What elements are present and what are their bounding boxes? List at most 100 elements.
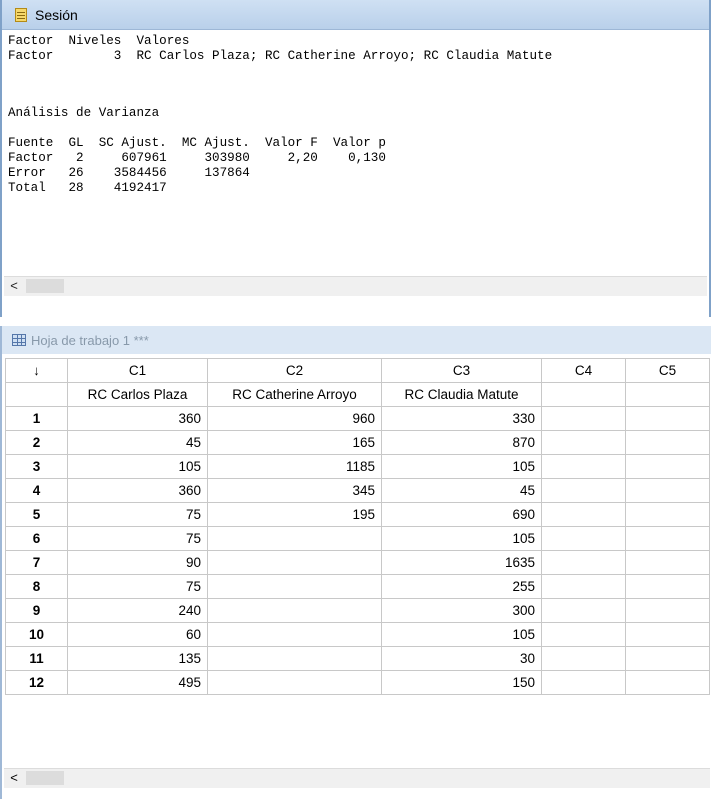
cell-c2[interactable]: 345 bbox=[207, 478, 382, 503]
cell-c3[interactable]: 690 bbox=[381, 502, 542, 527]
cell-c1[interactable]: 495 bbox=[67, 670, 208, 695]
cell-c4[interactable] bbox=[541, 598, 626, 623]
cell-c3[interactable]: 105 bbox=[381, 622, 542, 647]
session-horizontal-scrollbar[interactable]: < bbox=[4, 276, 707, 296]
scroll-thumb[interactable] bbox=[26, 771, 64, 785]
cell-c3[interactable]: 150 bbox=[381, 670, 542, 695]
scroll-thumb[interactable] bbox=[26, 279, 64, 293]
cell-c3[interactable]: 300 bbox=[381, 598, 542, 623]
session-output[interactable]: Factor Niveles Valores Factor 3 RC Carlo… bbox=[8, 34, 698, 272]
cell-c5[interactable] bbox=[625, 406, 710, 431]
cell-c3[interactable]: 105 bbox=[381, 526, 542, 551]
worksheet-horizontal-scrollbar[interactable]: < bbox=[4, 768, 710, 788]
cell-c5[interactable] bbox=[625, 526, 710, 551]
cell-c5[interactable] bbox=[625, 502, 710, 527]
cell-c3[interactable]: 1635 bbox=[381, 550, 542, 575]
cell-c4[interactable] bbox=[541, 622, 626, 647]
column-header-c4[interactable]: C4 bbox=[541, 358, 626, 383]
cell-c2[interactable]: 960 bbox=[207, 406, 382, 431]
cell-c1[interactable]: 45 bbox=[67, 430, 208, 455]
data-entry-direction-arrow[interactable]: ↓ bbox=[5, 358, 68, 383]
scroll-left-icon[interactable]: < bbox=[7, 770, 21, 786]
cell-c4[interactable] bbox=[541, 574, 626, 599]
cell-c1[interactable]: 75 bbox=[67, 526, 208, 551]
row-number[interactable]: 10 bbox=[5, 622, 68, 647]
column-name-c2[interactable]: RC Catherine Arroyo bbox=[207, 382, 382, 407]
cell-c5[interactable] bbox=[625, 550, 710, 575]
cell-c5[interactable] bbox=[625, 670, 710, 695]
cell-c2[interactable] bbox=[207, 598, 382, 623]
cell-c1[interactable]: 360 bbox=[67, 406, 208, 431]
cell-c5[interactable] bbox=[625, 574, 710, 599]
table-row: 10 60 105 bbox=[5, 622, 710, 647]
column-header-c2[interactable]: C2 bbox=[207, 358, 382, 383]
worksheet-title: Hoja de trabajo 1 *** bbox=[31, 332, 149, 348]
column-header-c3[interactable]: C3 bbox=[381, 358, 542, 383]
cell-c2[interactable] bbox=[207, 574, 382, 599]
row-number[interactable]: 6 bbox=[5, 526, 68, 551]
cell-c5[interactable] bbox=[625, 454, 710, 479]
cell-c5[interactable] bbox=[625, 430, 710, 455]
session-line: Factor 3 RC Carlos Plaza; RC Catherine A… bbox=[8, 49, 553, 63]
column-header-c5[interactable]: C5 bbox=[625, 358, 710, 383]
cell-c2[interactable]: 195 bbox=[207, 502, 382, 527]
cell-c3[interactable]: 330 bbox=[381, 406, 542, 431]
session-titlebar[interactable]: Sesión bbox=[2, 0, 709, 30]
column-name-c3[interactable]: RC Claudia Matute bbox=[381, 382, 542, 407]
column-name-c5[interactable] bbox=[625, 382, 710, 407]
cell-c5[interactable] bbox=[625, 646, 710, 671]
column-name-c4[interactable] bbox=[541, 382, 626, 407]
cell-c1[interactable]: 75 bbox=[67, 502, 208, 527]
cell-c1[interactable]: 105 bbox=[67, 454, 208, 479]
cell-c2[interactable]: 1185 bbox=[207, 454, 382, 479]
cell-c2[interactable]: 165 bbox=[207, 430, 382, 455]
cell-c1[interactable]: 90 bbox=[67, 550, 208, 575]
session-line: Fuente GL SC Ajust. MC Ajust. Valor F Va… bbox=[8, 136, 386, 150]
table-row: 12 495 150 bbox=[5, 670, 710, 695]
cell-c4[interactable] bbox=[541, 454, 626, 479]
row-number[interactable]: 8 bbox=[5, 574, 68, 599]
cell-c3[interactable]: 255 bbox=[381, 574, 542, 599]
row-number[interactable]: 11 bbox=[5, 646, 68, 671]
cell-c1[interactable]: 75 bbox=[67, 574, 208, 599]
scroll-left-icon[interactable]: < bbox=[7, 278, 21, 294]
row-number[interactable]: 1 bbox=[5, 406, 68, 431]
cell-c4[interactable] bbox=[541, 526, 626, 551]
cell-c1[interactable]: 60 bbox=[67, 622, 208, 647]
cell-c2[interactable] bbox=[207, 670, 382, 695]
column-header-c1[interactable]: C1 bbox=[67, 358, 208, 383]
cell-c1[interactable]: 240 bbox=[67, 598, 208, 623]
cell-c1[interactable]: 360 bbox=[67, 478, 208, 503]
cell-c4[interactable] bbox=[541, 502, 626, 527]
session-line bbox=[8, 64, 698, 79]
table-row: 5 75 195 690 bbox=[5, 502, 710, 527]
cell-c4[interactable] bbox=[541, 478, 626, 503]
row-number[interactable]: 4 bbox=[5, 478, 68, 503]
cell-c2[interactable] bbox=[207, 646, 382, 671]
row-number[interactable]: 12 bbox=[5, 670, 68, 695]
cell-c3[interactable]: 30 bbox=[381, 646, 542, 671]
cell-c3[interactable]: 105 bbox=[381, 454, 542, 479]
cell-c4[interactable] bbox=[541, 670, 626, 695]
row-number[interactable]: 9 bbox=[5, 598, 68, 623]
worksheet-titlebar[interactable]: Hoja de trabajo 1 *** bbox=[2, 326, 711, 354]
cell-c1[interactable]: 135 bbox=[67, 646, 208, 671]
cell-c5[interactable] bbox=[625, 478, 710, 503]
cell-c3[interactable]: 870 bbox=[381, 430, 542, 455]
cell-c4[interactable] bbox=[541, 406, 626, 431]
cell-c4[interactable] bbox=[541, 646, 626, 671]
column-name-c1[interactable]: RC Carlos Plaza bbox=[67, 382, 208, 407]
row-number[interactable]: 2 bbox=[5, 430, 68, 455]
cell-c4[interactable] bbox=[541, 430, 626, 455]
row-number[interactable]: 5 bbox=[5, 502, 68, 527]
cell-c2[interactable] bbox=[207, 550, 382, 575]
row-number[interactable]: 3 bbox=[5, 454, 68, 479]
cell-c2[interactable] bbox=[207, 622, 382, 647]
worksheet-grid[interactable]: ↓ C1 C2 C3 C4 C5 RC Carlos Plaza RC Cath… bbox=[5, 358, 710, 695]
row-number[interactable]: 7 bbox=[5, 550, 68, 575]
cell-c5[interactable] bbox=[625, 622, 710, 647]
cell-c4[interactable] bbox=[541, 550, 626, 575]
cell-c2[interactable] bbox=[207, 526, 382, 551]
cell-c5[interactable] bbox=[625, 598, 710, 623]
cell-c3[interactable]: 45 bbox=[381, 478, 542, 503]
